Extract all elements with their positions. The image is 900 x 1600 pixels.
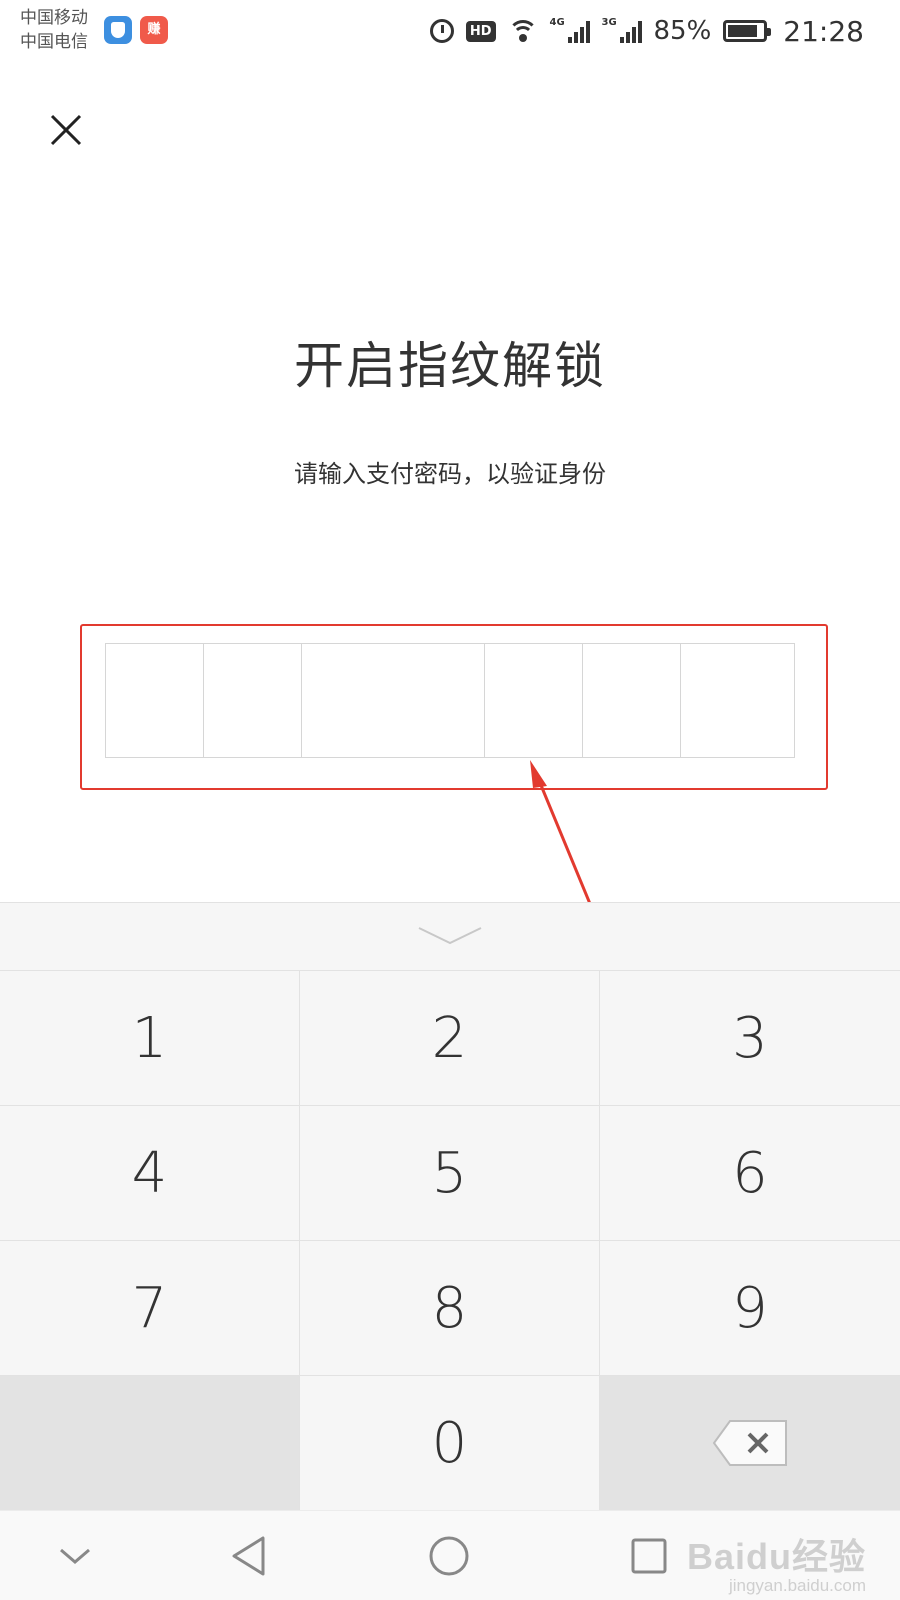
carrier-1: 中国移动: [20, 8, 88, 28]
nav-home-button[interactable]: [424, 1531, 474, 1581]
carrier-names: 中国移动 中国电信: [20, 6, 88, 54]
pin-digit-1[interactable]: [106, 644, 204, 757]
keypad-keys: 1 2 3 4 5 6 7 8 9 0: [0, 971, 900, 1511]
key-6[interactable]: 6: [600, 1106, 900, 1241]
nav-hide-button[interactable]: [50, 1531, 100, 1581]
delete-button[interactable]: [600, 1376, 900, 1511]
pin-digit-2[interactable]: [204, 644, 302, 757]
clock-time: 21:28: [783, 14, 864, 48]
key-0[interactable]: 0: [300, 1376, 600, 1511]
key-3[interactable]: 3: [600, 971, 900, 1106]
battery-percent: 85%: [653, 16, 712, 46]
key-5[interactable]: 5: [300, 1106, 600, 1241]
pin-input[interactable]: [105, 643, 795, 758]
close-icon: [50, 114, 82, 146]
key-9[interactable]: 9: [600, 1241, 900, 1376]
key-4[interactable]: 4: [0, 1106, 300, 1241]
signal-icon-2: 3G: [601, 17, 642, 43]
shield-icon: [104, 16, 132, 44]
nav-recents-button[interactable]: [624, 1531, 674, 1581]
pin-digit-3[interactable]: [302, 644, 485, 757]
carrier-2: 中国电信: [20, 32, 88, 52]
battery-icon: [723, 20, 772, 42]
numeric-keypad: 1 2 3 4 5 6 7 8 9 0: [0, 902, 900, 1511]
key-8[interactable]: 8: [300, 1241, 600, 1376]
chevron-down-icon: [60, 1548, 90, 1564]
key-blank: [0, 1376, 300, 1511]
page-title: 开启指纹解锁: [294, 337, 606, 395]
hd-icon: HD: [465, 20, 496, 42]
key-7[interactable]: 7: [0, 1241, 300, 1376]
close-button[interactable]: [44, 108, 88, 152]
signal-icon-1: 4G: [549, 17, 590, 43]
watermark-logo: Baidu经验: [686, 1536, 866, 1577]
app-icon: 赚: [140, 16, 168, 44]
recents-icon: [631, 1538, 667, 1574]
alarm-icon: [429, 19, 454, 43]
signal-2-type: 3G: [601, 17, 617, 28]
key-2[interactable]: 2: [300, 971, 600, 1106]
wifi-icon: [507, 20, 538, 42]
pin-digit-5[interactable]: [583, 644, 681, 757]
back-icon: [232, 1536, 265, 1576]
key-1[interactable]: 1: [0, 971, 300, 1106]
backspace-icon: [712, 1420, 787, 1466]
nav-back-button[interactable]: [224, 1531, 274, 1581]
pin-digit-4[interactable]: [485, 644, 583, 757]
pin-digit-6[interactable]: [681, 644, 794, 757]
keypad-collapse-button[interactable]: [0, 903, 900, 971]
home-icon: [429, 1536, 469, 1576]
signal-1-type: 4G: [549, 17, 565, 28]
page-subtitle: 请输入支付密码，以验证身份: [294, 460, 606, 488]
baidu-watermark: Baidu经验 jingyan.baidu.com: [687, 1528, 866, 1596]
status-bar: 中国移动 中国电信 赚 HD 4G 3G 85% 21:28: [0, 0, 900, 62]
status-icons: HD 4G 3G 85% 21:28: [429, 14, 864, 48]
chevron-down-icon: [418, 927, 482, 945]
